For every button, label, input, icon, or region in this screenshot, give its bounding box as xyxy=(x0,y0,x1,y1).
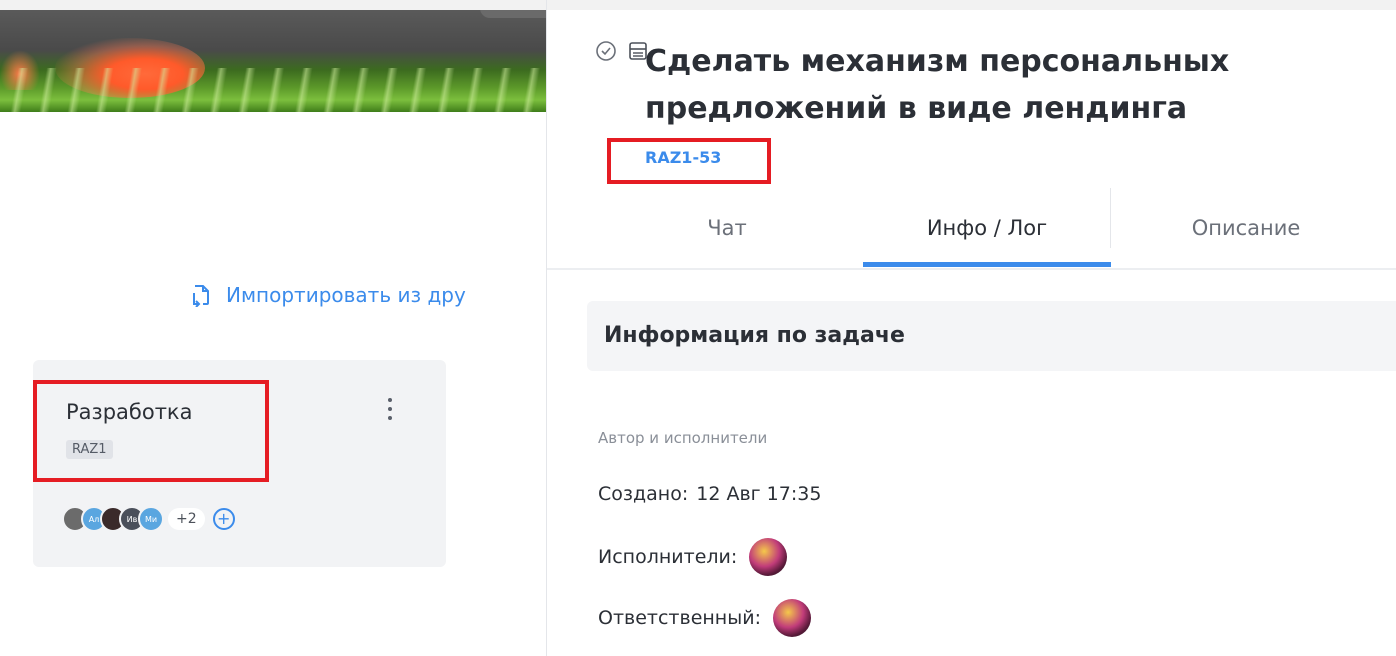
project-code-badge: RAZ1 xyxy=(66,440,113,459)
top-strip xyxy=(0,0,546,10)
created-label: Создано: xyxy=(598,483,689,505)
check-circle-icon[interactable] xyxy=(595,40,617,62)
responsible-label: Ответственный: xyxy=(598,607,761,629)
task-tabs: Чат Инфо / Лог Описание xyxy=(547,188,1396,270)
active-tab-indicator xyxy=(863,262,1111,267)
project-name: Разработка xyxy=(66,400,193,424)
cover-banner-image xyxy=(0,10,546,112)
task-title[interactable]: Сделать механизм персональных предложени… xyxy=(645,38,1365,132)
file-import-icon xyxy=(193,285,209,307)
tab-info-log[interactable]: Инфо / Лог xyxy=(863,188,1111,268)
responsible-avatar[interactable] xyxy=(772,599,811,637)
task-info-header: Информация по задаче xyxy=(587,301,1396,371)
project-list-pane: Импортировать из дру Разработка RAZ1 Ал … xyxy=(0,0,546,656)
task-detail-pane: Сделать механизм персональных предложени… xyxy=(546,0,1396,656)
kebab-dot-icon xyxy=(388,407,392,411)
assignee-avatar[interactable] xyxy=(749,538,788,576)
banner-grass-decoration xyxy=(0,68,546,112)
assignees-label: Исполнители: xyxy=(598,546,738,568)
author-assignees-label: Автор и исполнители xyxy=(598,429,768,447)
add-member-plus-icon[interactable]: + xyxy=(212,508,235,530)
banner-overlay-pill xyxy=(480,10,546,18)
import-from-other-link[interactable]: Импортировать из дру xyxy=(190,283,466,307)
tab-description-label: Описание xyxy=(1191,216,1301,240)
top-strip-right xyxy=(547,0,1396,10)
tab-chat[interactable]: Чат xyxy=(607,188,847,268)
assignees-row: Исполнители: xyxy=(598,538,788,576)
project-members: Ал Ив Ми +2 + xyxy=(62,506,235,532)
project-card[interactable]: Разработка RAZ1 xyxy=(33,360,446,567)
project-menu-button[interactable] xyxy=(385,398,395,426)
import-link-label: Импортировать из дру xyxy=(226,283,466,307)
kebab-dot-icon xyxy=(388,398,392,402)
more-members-badge[interactable]: +2 xyxy=(168,508,205,530)
task-key-link[interactable]: RAZ1-53 xyxy=(645,148,721,167)
tab-description[interactable]: Описание xyxy=(1111,188,1381,268)
tab-divider xyxy=(1110,188,1111,248)
task-info-title: Информация по задаче xyxy=(604,323,905,348)
tab-info-log-label: Инфо / Лог xyxy=(926,216,1048,240)
kebab-dot-icon xyxy=(388,416,392,420)
created-row: Создано: 12 Авг 17:35 xyxy=(598,483,821,505)
created-value: 12 Авг 17:35 xyxy=(696,483,822,505)
responsible-row: Ответственный: xyxy=(598,599,811,637)
tab-chat-label: Чат xyxy=(707,216,747,240)
member-avatar[interactable]: Ми xyxy=(138,506,164,532)
